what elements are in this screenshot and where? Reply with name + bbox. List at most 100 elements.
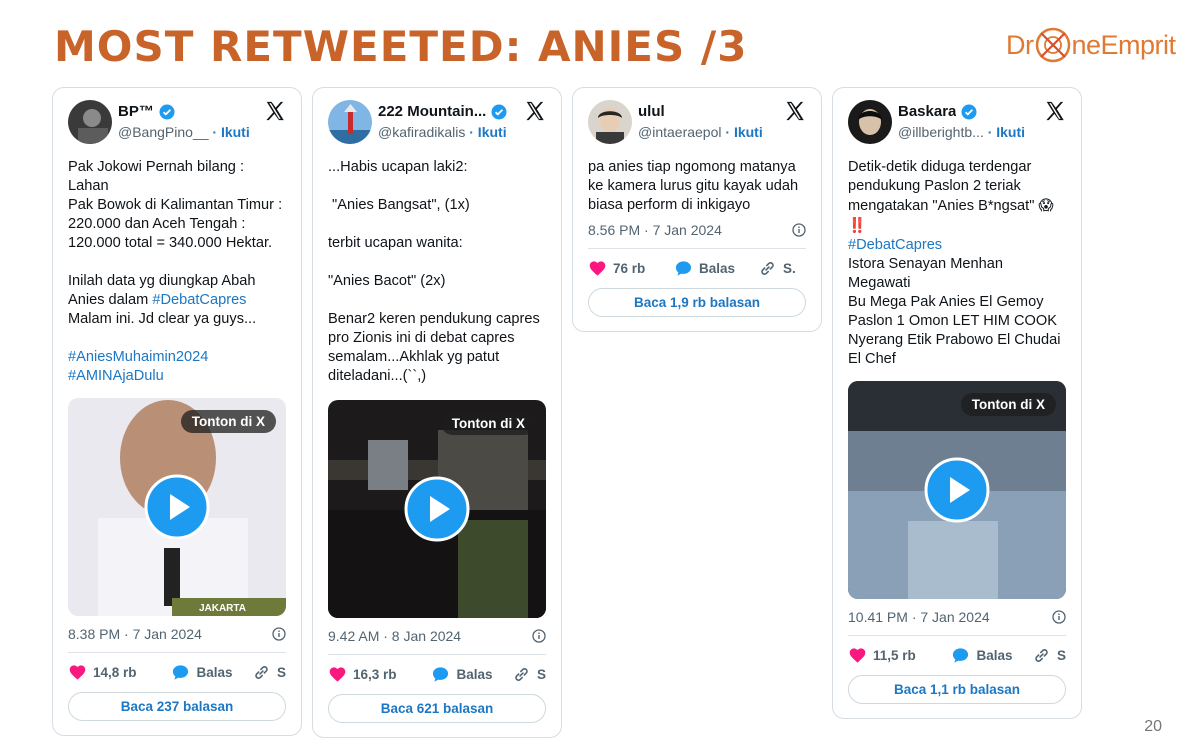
read-replies-button[interactable]: Baca 621 balasan [328,694,546,723]
text-line [68,329,286,348]
reply-label: Balas [456,667,493,682]
video-thumbnail[interactable]: Tonton di X [848,381,1066,599]
share-link-button[interactable]: S [512,665,546,684]
reply-button[interactable]: Balas [674,259,758,278]
reply-button[interactable]: Balas [431,665,512,684]
tweet-card: Baskara @illberightb... · Ikuti Detik-de… [832,87,1082,719]
x-logo-icon[interactable] [784,100,806,122]
text-line: El Chef [848,351,896,367]
share-link-button[interactable]: S [252,663,286,682]
author-handle[interactable]: @BangPino__ [118,124,209,140]
hashtag-link[interactable]: #AMINAjaDulu [68,367,286,386]
info-icon[interactable] [532,629,546,643]
slide-title: MOST RETWEETED: ANIES /3 [54,22,748,71]
text-line: ke kamera lurus gitu kayak udah [588,178,799,194]
text-line: Anies dalam #DebatCapres [68,291,286,310]
tweet-text: ...Habis ucapan laki2: "Anies Bangsat", … [328,158,546,386]
chat-bubble-icon [173,665,189,680]
author-name[interactable]: Baskara [898,103,956,120]
hashtag-link[interactable]: #DebatCapres [152,292,246,308]
share-link-button[interactable]: S. [758,259,796,278]
watch-on-x-button[interactable]: Tonton di X [960,393,1056,416]
text-line: "Anies Bangsat", (1x) [328,197,470,213]
text-line: Paslon 1 Omon LET HIM COOK [848,313,1057,329]
share-link-button[interactable]: S [1032,646,1066,665]
follow-button[interactable]: · Ikuti [212,124,249,140]
watch-on-x-button[interactable]: Tonton di X [180,410,276,433]
video-thumbnail[interactable]: Tonton di X [328,400,546,618]
author-handle[interactable]: @illberightb... [898,124,984,140]
tweet-text: Detik-detik diduga terdengar pendukung P… [848,158,1066,369]
timestamp[interactable]: 8.38 PM · 7 Jan 2024 [68,626,202,642]
text-line [328,291,546,310]
link-icon [761,262,774,275]
link-icon [1035,649,1048,662]
share-label: S [536,667,546,682]
author-handle[interactable]: @kafiradikalis [378,124,465,140]
info-icon[interactable] [272,627,286,641]
tweet-text: Pak Jokowi Pernah bilang : Lahan Pak Bow… [68,158,286,386]
text-line: 120.000 total = 340.000 Hektar. [68,235,273,251]
text-line: 220.000 dan Aceh Tengah : [68,216,246,232]
watch-on-x-button[interactable]: Tonton di X [440,412,536,435]
divider [68,652,286,653]
info-icon[interactable] [1052,610,1066,624]
play-icon[interactable] [924,457,990,523]
text-line [328,177,546,196]
text-line: Detik-detik diduga terdengar [848,159,1032,175]
share-label: S [1056,648,1066,663]
chat-bubble-icon [675,261,692,276]
read-replies-button[interactable]: Baca 237 balasan [68,692,286,721]
link-icon [255,666,268,679]
author-handle[interactable]: @intaeraepol [638,124,722,140]
like-button[interactable]: 76 rb [588,259,674,278]
avatar[interactable] [588,100,632,144]
video-thumbnail[interactable]: JAKARTA Tonton di X [68,398,286,616]
hashtag-link[interactable]: #DebatCapres [848,236,1066,255]
double-exclamation-icon: ‼️ [848,217,867,234]
logo-text-right: neEmprit [1071,29,1177,60]
scream-emoji-icon: 😱 [1038,197,1054,214]
like-button[interactable]: 11,5 rb [848,646,951,665]
follow-button[interactable]: · Ikuti [469,124,506,140]
follow-button[interactable]: · Ikuti [725,124,762,140]
text-line [328,253,546,272]
play-icon[interactable] [404,476,470,542]
divider [328,654,546,655]
hashtag-link[interactable]: #AniesMuhaimin2024 [68,348,286,367]
info-icon[interactable] [792,223,806,237]
read-replies-button[interactable]: Baca 1,1 rb balasan [848,675,1066,704]
like-button[interactable]: 16,3 rb [328,665,431,684]
text-line: Inilah data yg diungkap Abah [68,273,256,289]
chat-bubble-icon [953,648,969,663]
x-logo-icon[interactable] [264,100,286,122]
like-count: 11,5 rb [873,648,916,663]
heart-icon [589,261,606,276]
x-logo-icon[interactable] [524,100,546,122]
play-icon[interactable] [144,474,210,540]
avatar[interactable] [68,100,112,144]
like-button[interactable]: 14,8 rb [68,663,171,682]
avatar[interactable] [328,100,372,144]
author-name[interactable]: 222 Mountain... [378,103,486,120]
x-logo-icon[interactable] [1044,100,1066,122]
reply-label: Balas [196,665,233,680]
reply-button[interactable]: Balas [951,646,1032,665]
author-name[interactable]: ulul [638,103,665,120]
timestamp[interactable]: 10.41 PM · 7 Jan 2024 [848,609,990,625]
read-replies-button[interactable]: Baca 1,9 rb balasan [588,288,806,317]
timestamp[interactable]: 8.56 PM · 7 Jan 2024 [588,222,722,238]
text-line: "Anies Bacot" (2x) [328,273,446,289]
follow-button[interactable]: · Ikuti [988,124,1025,140]
text-span: mengatakan "Anies B*ngsat" [848,198,1035,214]
text-line [68,253,286,272]
text-line: Bu Mega Pak Anies El Gemoy [848,294,1044,310]
text-line: Malam ini. Jd clear ya guys... [68,311,257,327]
like-count: 16,3 rb [353,667,397,682]
timestamp[interactable]: 9.42 AM · 8 Jan 2024 [328,628,461,644]
avatar[interactable] [848,100,892,144]
drone-ring-icon [1033,25,1073,65]
author-name[interactable]: BP™ [118,103,154,120]
tweet-card: BP™ @BangPino__ · Ikuti Pak Jokowi Perna… [52,87,302,736]
reply-button[interactable]: Balas [171,663,252,682]
